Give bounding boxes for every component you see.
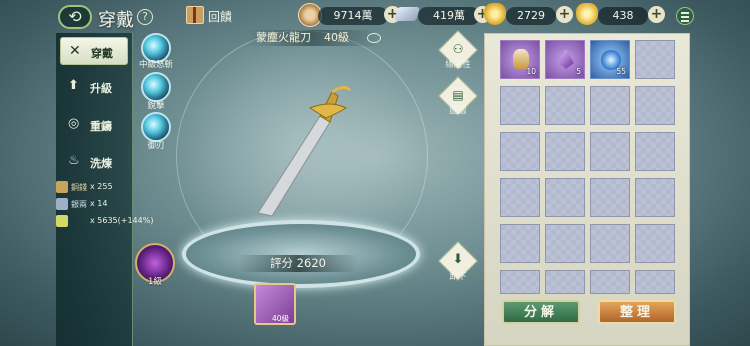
decompose-button[interactable]: 分解 (502, 300, 580, 324)
inventory-slot[interactable] (500, 132, 540, 171)
inventory-slot[interactable] (500, 224, 540, 263)
unequip-label: 卸下 (449, 272, 467, 282)
material-row: 銅錢 x 255 (52, 180, 152, 194)
inventory-slot[interactable] (590, 224, 630, 263)
inventory-slot[interactable] (635, 178, 675, 217)
inventory-slot[interactable]: 55 (590, 40, 630, 79)
inventory-slot[interactable] (500, 86, 540, 125)
nav-item-upgrade[interactable]: ⬆ 升級 (60, 73, 128, 101)
soul-orb-level: 1級 (148, 277, 162, 287)
refine-stone-icon (56, 215, 68, 227)
weapon-pedestal (182, 220, 420, 288)
weapon-name-bar: 蒙塵火龍刀 40級 (248, 30, 378, 46)
inventory-slot[interactable] (545, 270, 585, 294)
weapon-level: 40級 (324, 31, 349, 44)
refine-icon: ♨ (68, 153, 80, 168)
bound-gold-amount: 438 (598, 7, 648, 25)
gift-icon[interactable] (186, 6, 204, 24)
potion-icon (513, 49, 529, 69)
inventory-slot[interactable] (590, 270, 630, 294)
gold-amount: 2729 (506, 7, 556, 25)
material-row: x 5635(+144%) (52, 214, 172, 228)
inventory-slot[interactable]: 10 (500, 40, 540, 79)
menu-icon[interactable] (676, 7, 694, 25)
arrow-down-icon: ⬇ (452, 252, 464, 267)
eye-icon[interactable] (367, 33, 381, 43)
share-icon: ⚇ (452, 42, 464, 56)
weapon-score: 評分 2620 (238, 255, 358, 272)
codex-label: 圖鑑 (449, 106, 467, 116)
skill-icon[interactable] (141, 112, 171, 142)
total-attributes-label: 總屬性 (445, 60, 471, 70)
inventory-slot[interactable] (545, 132, 585, 171)
inventory-slot[interactable] (545, 224, 585, 263)
inventory-slot[interactable] (590, 178, 630, 217)
nav-item-refine[interactable]: ♨ 洗煉 (60, 148, 128, 176)
inventory-slot[interactable] (635, 270, 675, 294)
nav-item-recast[interactable]: ◎ 重鑄 (60, 111, 128, 139)
inventory-slot[interactable] (500, 270, 540, 294)
inventory-slot[interactable] (635, 40, 675, 79)
inventory-slot[interactable] (590, 132, 630, 171)
weapon-blade (257, 85, 352, 217)
inventory-slot[interactable] (545, 178, 585, 217)
skill-label: 中級怒斬 (138, 60, 173, 70)
book-icon: ▤ (452, 88, 464, 102)
inventory-slot[interactable] (635, 86, 675, 125)
inventory-slot[interactable] (590, 86, 630, 125)
silver-amount: 419萬 (418, 7, 480, 25)
copper-material-icon (56, 181, 68, 193)
inventory-slot[interactable] (545, 86, 585, 125)
inventory-slot[interactable]: 5 (545, 40, 585, 79)
add-gold-button[interactable]: + (556, 6, 573, 23)
equipped-weapon-level: 40級 (272, 314, 290, 323)
inventory-slot[interactable] (635, 132, 675, 171)
crossed-swords-icon: ✕ (69, 43, 81, 59)
material-row: 銀兩 x 14 (52, 197, 152, 211)
copper-amount: 9714萬 (318, 7, 388, 25)
silver-material-icon (56, 198, 68, 210)
crystal-icon (558, 49, 574, 69)
skill-label: 銳擊 (147, 101, 165, 111)
weapon-name: 蒙塵火龍刀 (256, 31, 311, 44)
inventory-slot[interactable] (635, 224, 675, 263)
gold-ingot-icon (576, 3, 598, 25)
skill-icon[interactable] (141, 72, 171, 102)
help-icon[interactable]: ? (137, 9, 153, 25)
arrow-up-icon: ⬆ (68, 78, 79, 93)
add-bound-gold-button[interactable]: + (648, 6, 665, 23)
gold-ingot-icon (484, 3, 506, 25)
swirl-icon: ◎ (68, 116, 80, 131)
sort-button[interactable]: 整理 (598, 300, 676, 324)
inventory-slot[interactable] (500, 178, 540, 217)
page-title: 穿戴 (98, 10, 134, 31)
back-button[interactable]: ⟲ (58, 5, 92, 29)
gift-label[interactable]: 回饋 (208, 8, 232, 25)
silver-ingot-icon (394, 7, 420, 21)
nav-item-wear[interactable]: ✕ 穿戴 (60, 37, 128, 65)
